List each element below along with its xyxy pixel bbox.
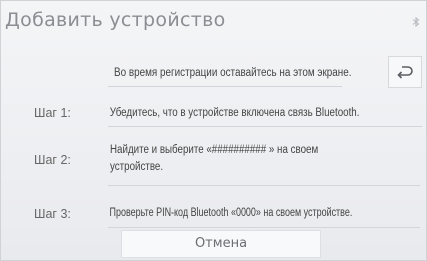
- step-2-text: Найдите и выберите «########## » на свое…: [108, 138, 420, 186]
- step-2-text-line-1: Найдите и выберите «########## » на свое…: [110, 144, 319, 156]
- step-3-label: Шаг 3:: [34, 207, 71, 221]
- page-title: Добавить устройство: [5, 9, 226, 31]
- registration-hint: Во время регистрации оставайтесь на этом…: [108, 59, 351, 87]
- back-button[interactable]: [388, 56, 422, 88]
- step-1-label: Шаг 1:: [34, 106, 71, 120]
- step-1-text: Убедитесь, что в устройстве включена свя…: [108, 99, 423, 127]
- bluetooth-icon: [412, 17, 420, 27]
- add-device-screen: Добавить устройство Во время регистрации…: [0, 0, 427, 261]
- step-2-label: Шаг 2:: [34, 153, 71, 167]
- cancel-button[interactable]: Отмена: [121, 230, 321, 258]
- step-3-text: Проверьте PIN-код Bluetooth «0000» на св…: [108, 198, 420, 228]
- step-2-text-line-2: устройстве.: [110, 161, 164, 173]
- back-arrow-icon: [397, 66, 413, 79]
